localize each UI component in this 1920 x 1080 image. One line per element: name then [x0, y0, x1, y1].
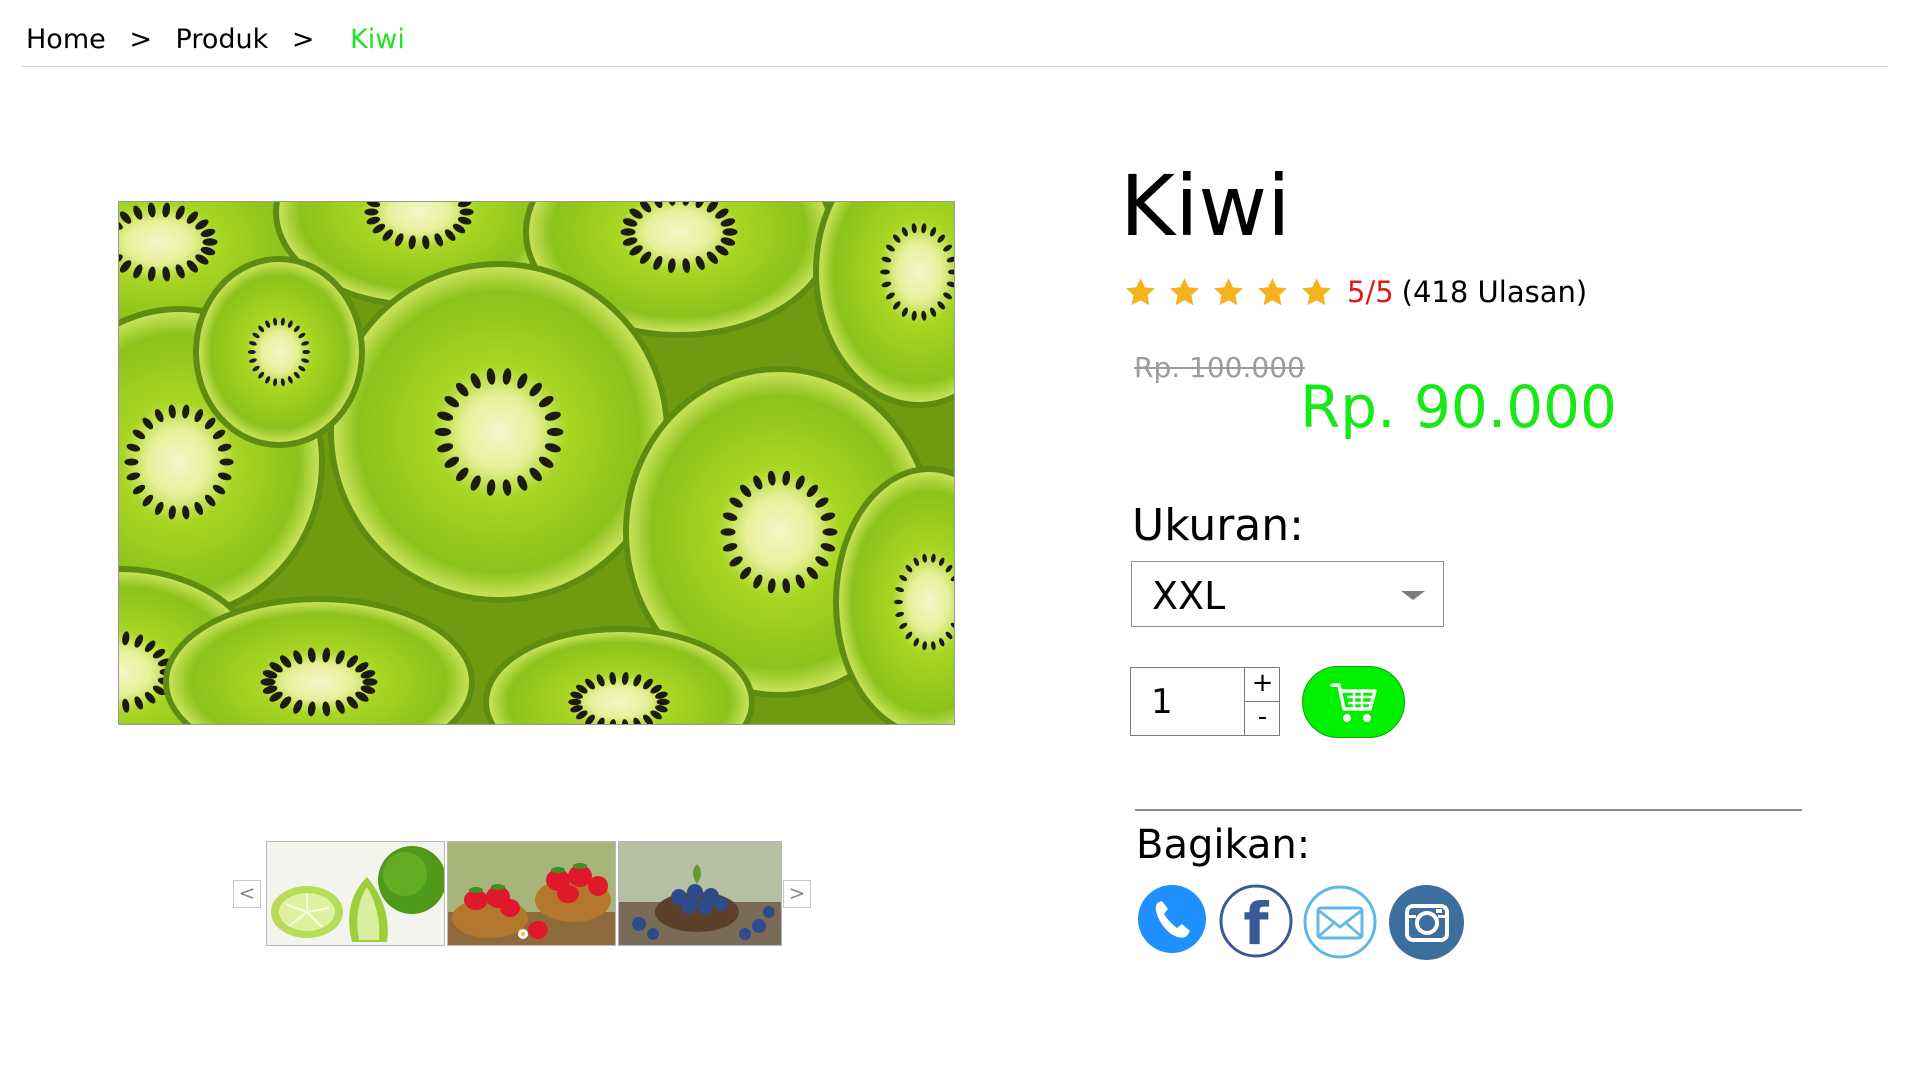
share-divider: [1135, 809, 1802, 811]
share-facebook-button[interactable]: f: [1219, 884, 1293, 958]
thumbnail-blueberries[interactable]: [618, 841, 782, 946]
email-icon: [1303, 885, 1377, 959]
thumbnail-prev-button[interactable]: <: [233, 880, 261, 908]
quantity-input[interactable]: 1: [1151, 682, 1173, 722]
blueberries-image: [619, 842, 781, 945]
rating-score: 5/5: [1347, 275, 1394, 309]
lime-image: [267, 842, 444, 945]
facebook-icon: f: [1219, 884, 1293, 958]
size-select[interactable]: XXL: [1131, 561, 1444, 627]
star-icon: [1214, 277, 1243, 305]
strawberries-image: [448, 842, 615, 945]
thumbnail-next-button[interactable]: >: [783, 880, 811, 908]
sale-price: Rp. 90.000: [1300, 373, 1617, 441]
thumbnail-lime[interactable]: [266, 841, 445, 946]
phone-icon: [1138, 885, 1206, 953]
breadcrumb: Home > Produk > Kiwi: [26, 22, 405, 58]
size-selected-value: XXL: [1152, 574, 1226, 618]
star-icon: [1170, 277, 1199, 305]
breadcrumb-separator: >: [291, 24, 315, 55]
product-main-image: [118, 201, 955, 725]
size-label: Ukuran:: [1132, 500, 1304, 551]
breadcrumb-produk[interactable]: Produk: [176, 24, 269, 55]
original-price: Rp. 100.000: [1134, 351, 1305, 384]
thumbnail-strawberries[interactable]: [447, 841, 616, 946]
quantity-stepper[interactable]: 1 + -: [1130, 667, 1280, 736]
breadcrumb-current: Kiwi: [350, 24, 405, 55]
share-phone-button[interactable]: [1137, 884, 1207, 954]
rating-stars: [1124, 276, 1344, 309]
review-count[interactable]: (418 Ulasan): [1402, 275, 1588, 309]
breadcrumb-separator: >: [129, 24, 152, 55]
share-email-button[interactable]: [1302, 884, 1378, 960]
breadcrumb-divider: [22, 66, 1888, 67]
quantity-increment-button[interactable]: +: [1244, 668, 1280, 702]
star-icon: [1302, 277, 1331, 305]
breadcrumb-home[interactable]: Home: [26, 24, 106, 55]
product-rating: 5/5 (418 Ulasan): [1124, 270, 1587, 314]
product-title: Kiwi: [1120, 157, 1291, 255]
share-label: Bagikan:: [1136, 822, 1311, 868]
cart-icon: [1330, 683, 1377, 722]
star-icon: [1126, 277, 1155, 305]
chevron-down-icon: [1401, 591, 1425, 600]
quantity-decrement-button[interactable]: -: [1244, 702, 1280, 735]
star-icon: [1258, 277, 1287, 305]
kiwi-slices-image: [119, 202, 954, 724]
instagram-icon: [1389, 885, 1464, 960]
svg-text:f: f: [1243, 890, 1269, 958]
add-to-cart-button[interactable]: [1302, 666, 1405, 738]
share-instagram-button[interactable]: [1388, 884, 1465, 961]
